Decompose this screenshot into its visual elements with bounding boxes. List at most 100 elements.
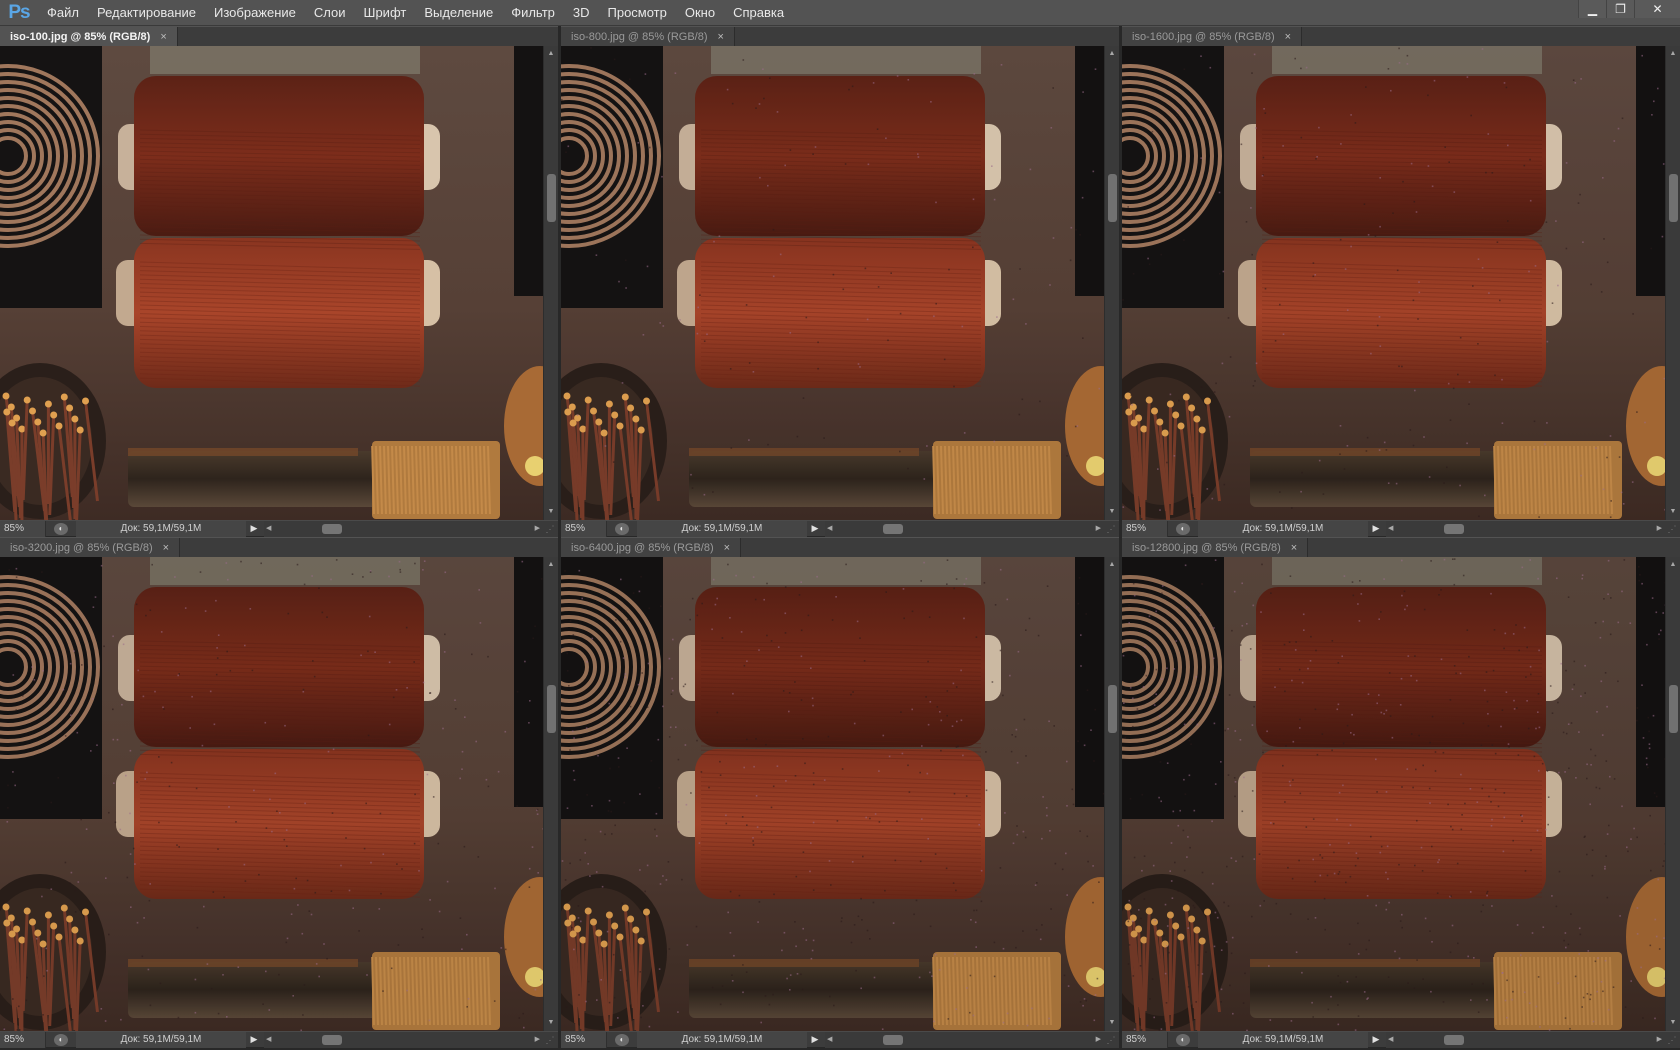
image-canvas[interactable] [0,557,543,1031]
image-canvas[interactable] [1122,46,1665,520]
document-tab[interactable]: iso-6400.jpg @ 85% (RGB/8) × [561,538,742,558]
document-window-5[interactable]: iso-6400.jpg @ 85% (RGB/8) × ▲ ▼ 85% ◐ Д… [561,537,1119,1048]
scroll-down-arrow-icon[interactable]: ▼ [1666,506,1680,518]
scroll-right-arrow-icon[interactable]: ▶ [535,1032,540,1048]
resize-grip-icon[interactable]: ⋰ [1105,1034,1117,1046]
scroll-right-arrow-icon[interactable]: ▶ [535,521,540,537]
restore-button[interactable]: ❐ [1606,0,1634,18]
resize-grip-icon[interactable]: ⋰ [1105,523,1117,535]
menu-item-edit[interactable]: Редактирование [88,0,205,26]
scroll-down-arrow-icon[interactable]: ▼ [1105,1017,1119,1029]
resize-grip-icon[interactable]: ⋰ [1666,1034,1678,1046]
vertical-scrollbar[interactable]: ▲ ▼ [1665,46,1680,520]
triangle-right-icon[interactable]: ▶ [248,1034,260,1045]
close-icon[interactable]: × [718,31,724,43]
horizontal-scrollbar[interactable]: ◀ ▶ ⋰ [1386,520,1680,537]
document-window-3[interactable]: iso-1600.jpg @ 85% (RGB/8) × ▲ ▼ 85% ◐ Д… [1122,26,1680,537]
close-icon[interactable]: × [1285,31,1291,43]
scroll-up-arrow-icon[interactable]: ▲ [544,48,558,60]
scroll-right-arrow-icon[interactable]: ▶ [1657,1032,1662,1048]
photoshop-logo[interactable]: Ps [0,0,38,26]
scroll-down-arrow-icon[interactable]: ▼ [544,506,558,518]
scroll-left-arrow-icon[interactable]: ◀ [827,1032,832,1048]
zoom-level-field[interactable]: 85% [1122,520,1168,537]
scroll-up-arrow-icon[interactable]: ▲ [1666,559,1680,571]
scroll-left-arrow-icon[interactable]: ◀ [1388,1032,1393,1048]
menu-item-filter[interactable]: Фильтр [502,0,564,26]
horizontal-scrollbar[interactable]: ◀ ▶ ⋰ [825,1031,1119,1048]
triangle-right-icon[interactable]: ▶ [809,523,821,534]
document-window-2[interactable]: iso-800.jpg @ 85% (RGB/8) × ▲ ▼ 85% ◐ До… [561,26,1119,537]
zoom-level-field[interactable]: 85% [0,1031,46,1048]
zoom-level-field[interactable]: 85% [1122,1031,1168,1048]
menu-item-help[interactable]: Справка [724,0,793,26]
document-window-6[interactable]: iso-12800.jpg @ 85% (RGB/8) × ▲ ▼ 85% ◐ … [1122,537,1680,1048]
vertical-scroll-thumb[interactable] [1108,685,1117,733]
scroll-left-arrow-icon[interactable]: ◀ [827,521,832,537]
zoom-level-field[interactable]: 85% [0,520,46,537]
vertical-scrollbar[interactable]: ▲ ▼ [1104,46,1119,520]
image-canvas[interactable] [1122,557,1665,1031]
document-window-1[interactable]: iso-100.jpg @ 85% (RGB/8) × ▲ ▼ 85% ◐ До… [0,26,558,537]
document-tab[interactable]: iso-800.jpg @ 85% (RGB/8) × [561,27,735,47]
status-icon[interactable]: ◐ [615,1033,629,1046]
horizontal-scroll-thumb[interactable] [1444,523,1464,534]
scroll-right-arrow-icon[interactable]: ▶ [1096,1032,1101,1048]
scroll-up-arrow-icon[interactable]: ▲ [1105,48,1119,60]
image-canvas[interactable] [0,46,543,520]
menu-item-view[interactable]: Просмотр [599,0,676,26]
close-icon[interactable]: × [160,31,166,43]
horizontal-scrollbar[interactable]: ◀ ▶ ⋰ [1386,1031,1680,1048]
menu-item-type[interactable]: Шрифт [355,0,416,26]
horizontal-scroll-thumb[interactable] [883,523,903,534]
vertical-scrollbar[interactable]: ▲ ▼ [543,46,558,520]
image-canvas[interactable] [561,46,1104,520]
triangle-right-icon[interactable]: ▶ [248,523,260,534]
status-icon[interactable]: ◐ [1176,522,1190,535]
document-tab[interactable]: iso-12800.jpg @ 85% (RGB/8) × [1122,538,1309,558]
status-icon[interactable]: ◐ [615,522,629,535]
image-canvas[interactable] [561,557,1104,1031]
scroll-left-arrow-icon[interactable]: ◀ [266,521,271,537]
triangle-right-icon[interactable]: ▶ [1370,1034,1382,1045]
horizontal-scroll-thumb[interactable] [1444,1034,1464,1045]
menu-item-3d[interactable]: 3D [564,0,599,26]
close-icon[interactable]: × [1291,542,1297,554]
scroll-down-arrow-icon[interactable]: ▼ [544,1017,558,1029]
scroll-right-arrow-icon[interactable]: ▶ [1096,521,1101,537]
vertical-scroll-thumb[interactable] [1669,685,1678,733]
zoom-level-field[interactable]: 85% [561,520,607,537]
scroll-left-arrow-icon[interactable]: ◀ [1388,521,1393,537]
vertical-scrollbar[interactable]: ▲ ▼ [1104,557,1119,1031]
scroll-up-arrow-icon[interactable]: ▲ [1666,48,1680,60]
horizontal-scroll-thumb[interactable] [322,1034,342,1045]
horizontal-scrollbar[interactable]: ◀ ▶ ⋰ [264,1031,558,1048]
scroll-down-arrow-icon[interactable]: ▼ [1105,506,1119,518]
zoom-level-field[interactable]: 85% [561,1031,607,1048]
status-icon[interactable]: ◐ [54,1033,68,1046]
close-icon[interactable]: × [163,542,169,554]
menu-item-window[interactable]: Окно [676,0,724,26]
vertical-scrollbar[interactable]: ▲ ▼ [1665,557,1680,1031]
menu-item-select[interactable]: Выделение [415,0,502,26]
resize-grip-icon[interactable]: ⋰ [544,1034,556,1046]
scroll-right-arrow-icon[interactable]: ▶ [1657,521,1662,537]
vertical-scroll-thumb[interactable] [547,174,556,222]
status-icon[interactable]: ◐ [54,522,68,535]
horizontal-scroll-thumb[interactable] [883,1034,903,1045]
status-icon[interactable]: ◐ [1176,1033,1190,1046]
resize-grip-icon[interactable]: ⋰ [1666,523,1678,535]
vertical-scroll-thumb[interactable] [1108,174,1117,222]
menu-item-layers[interactable]: Слои [305,0,355,26]
scroll-up-arrow-icon[interactable]: ▲ [1105,559,1119,571]
vertical-scrollbar[interactable]: ▲ ▼ [543,557,558,1031]
minimize-button[interactable]: ▁ [1578,0,1606,18]
triangle-right-icon[interactable]: ▶ [809,1034,821,1045]
scroll-down-arrow-icon[interactable]: ▼ [1666,1017,1680,1029]
vertical-scroll-thumb[interactable] [547,685,556,733]
menu-item-image[interactable]: Изображение [205,0,305,26]
document-tab[interactable]: iso-1600.jpg @ 85% (RGB/8) × [1122,27,1303,47]
close-icon[interactable]: × [724,542,730,554]
document-tab[interactable]: iso-3200.jpg @ 85% (RGB/8) × [0,538,181,558]
document-window-4[interactable]: iso-3200.jpg @ 85% (RGB/8) × ▲ ▼ 85% ◐ Д… [0,537,558,1048]
